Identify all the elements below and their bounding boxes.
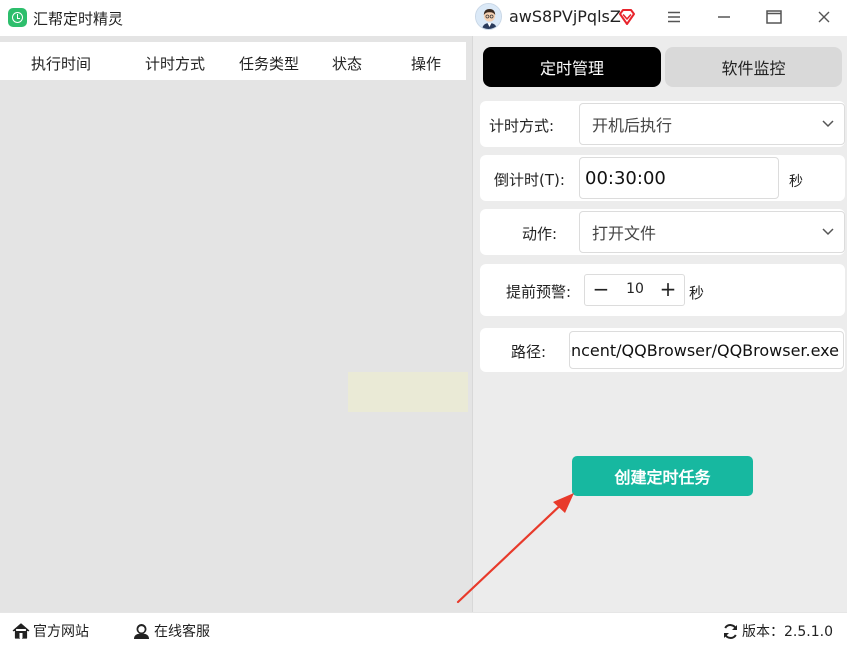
timing-mode-row: 计时方式: 开机后执行 <box>480 101 845 147</box>
version-info[interactable]: 版本：2.5.1.0 <box>722 621 833 641</box>
chevron-down-icon <box>822 228 834 236</box>
column-header-status: 状态 <box>332 55 363 73</box>
online-support-label: 在线客服 <box>154 624 210 640</box>
countdown-unit: 秒 <box>789 174 803 190</box>
online-support-link[interactable]: 在线客服 <box>132 621 210 641</box>
app-logo-icon <box>8 8 27 27</box>
timing-mode-value: 开机后执行 <box>592 116 673 135</box>
advance-warning-label: 提前预警: <box>506 283 572 301</box>
increment-button[interactable]: + <box>657 277 679 301</box>
advance-warning-stepper[interactable]: − 10 + <box>584 274 685 306</box>
column-header-timing-mode: 计时方式 <box>145 55 206 73</box>
countdown-row: 倒计时(T): 00:30:00 秒 <box>480 155 845 201</box>
action-value: 打开文件 <box>592 224 657 243</box>
path-label: 路径: <box>511 343 547 361</box>
timing-mode-label: 计时方式: <box>489 117 555 135</box>
watermark <box>348 372 468 412</box>
official-website-label: 官方网站 <box>33 624 89 640</box>
maximize-icon[interactable] <box>760 4 788 30</box>
column-header-operation: 操作 <box>411 55 442 73</box>
task-table-header: 执行时间 计时方式 任务类型 状态 操作 <box>0 42 466 80</box>
action-select[interactable]: 打开文件 <box>579 211 845 253</box>
advance-warning-row: 提前预警: − 10 + 秒 <box>480 264 845 316</box>
countdown-label: 倒计时(T): <box>494 171 565 189</box>
customer-service-icon <box>134 623 149 639</box>
app-title: 汇帮定时精灵 <box>33 10 124 28</box>
decrement-button[interactable]: − <box>590 277 612 301</box>
user-avatar[interactable] <box>475 3 502 30</box>
username[interactable]: awS8PVjPqlsZ <box>509 7 621 26</box>
countdown-input[interactable]: 00:30:00 <box>579 157 779 199</box>
annotation-arrow-icon <box>456 493 574 604</box>
version-label: 版本：2.5.1.0 <box>742 624 833 640</box>
vip-diamond-icon[interactable] <box>617 7 637 27</box>
advance-warning-value[interactable]: 10 <box>617 281 653 297</box>
create-task-button[interactable]: 创建定时任务 <box>572 456 753 496</box>
column-header-task-type: 任务类型 <box>239 55 300 73</box>
title-bar: 汇帮定时精灵 awS8PVjPqlsZ <box>0 0 847 36</box>
path-row: 路径: encent/QQBrowser/QQBrowser.exe <box>480 328 845 372</box>
tab-software-monitor[interactable]: 软件监控 <box>665 47 842 87</box>
home-icon <box>12 623 30 639</box>
refresh-icon <box>724 623 737 639</box>
official-website-link[interactable]: 官方网站 <box>12 621 89 641</box>
advance-warning-unit: 秒 <box>689 284 705 302</box>
footer-bar: 官方网站 在线客服 版本：2.5.1.0 <box>0 612 847 646</box>
task-table: 执行时间 计时方式 任务类型 状态 操作 <box>0 36 472 612</box>
column-header-exec-time: 执行时间 <box>31 55 92 73</box>
menu-icon[interactable] <box>660 4 688 30</box>
path-input[interactable]: encent/QQBrowser/QQBrowser.exe <box>569 331 844 369</box>
timing-mode-select[interactable]: 开机后执行 <box>579 103 845 145</box>
minimize-icon[interactable] <box>710 4 738 30</box>
action-label: 动作: <box>522 225 558 243</box>
chevron-down-icon <box>822 120 834 128</box>
tab-timer-management[interactable]: 定时管理 <box>483 47 661 87</box>
close-icon[interactable] <box>810 4 838 30</box>
action-row: 动作: 打开文件 <box>480 209 845 255</box>
